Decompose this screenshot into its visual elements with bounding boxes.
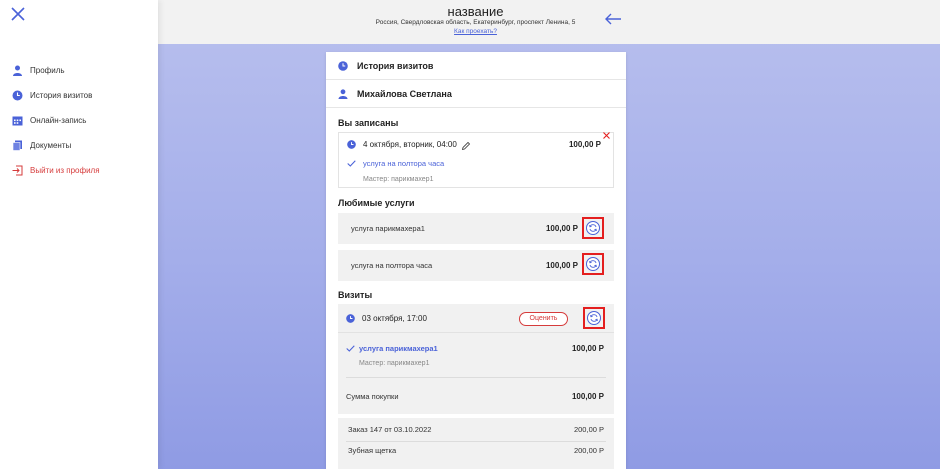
close-icon — [11, 7, 25, 21]
repeat-service-button[interactable] — [582, 217, 604, 239]
divider — [346, 441, 606, 442]
clock-icon — [12, 90, 23, 101]
sidebar-item-documents[interactable]: Документы — [12, 133, 152, 158]
client-header: Михайлова Светлана — [326, 80, 626, 108]
sidebar: Профиль История визитов Онлайн-запись До… — [0, 0, 158, 469]
order-product-price: 200,00 Р — [573, 446, 604, 455]
repeat-visit-button[interactable] — [583, 307, 605, 329]
main-area: название Россия, Свердловская область, Е… — [158, 0, 940, 469]
user-icon — [12, 65, 23, 76]
check-icon — [347, 160, 356, 167]
close-menu-button[interactable] — [10, 6, 26, 22]
booking-item: 4 октября, вторник, 04:00 100,00 Р услуг… — [338, 132, 614, 188]
sidebar-item-label: История визитов — [30, 91, 93, 100]
check-icon — [346, 345, 355, 352]
clock-icon — [347, 140, 356, 149]
history-header: История визитов — [326, 52, 626, 80]
sidebar-item-label: Выйти из профиля — [30, 166, 100, 175]
calendar-icon — [12, 115, 23, 126]
booked-section-title: Вы записаны — [338, 118, 399, 128]
delete-booking-button[interactable] — [602, 127, 611, 139]
sidebar-item-label: Профиль — [30, 66, 65, 75]
refresh-icon — [586, 257, 600, 271]
favorite-service-price: 100,00 Р — [545, 224, 578, 233]
order-item: Заказ 147 от 03.10.2022 200,00 Р Зубная … — [338, 418, 614, 469]
sidebar-item-online-booking[interactable]: Онлайн-запись — [12, 108, 152, 133]
close-icon — [603, 132, 610, 139]
visits-card: История визитов Михайлова Светлана Вы за… — [326, 52, 626, 469]
purchase-sum-value: 100,00 Р — [571, 392, 604, 401]
address-text: Россия, Свердловская область, Екатеринбу… — [375, 19, 576, 26]
order-title-row: Заказ 147 от 03.10.2022 200,00 Р — [348, 425, 604, 437]
back-button[interactable] — [604, 12, 622, 26]
clock-icon — [338, 60, 348, 71]
refresh-icon — [586, 221, 600, 235]
divider — [346, 377, 606, 378]
sidebar-item-history[interactable]: История визитов — [12, 83, 152, 108]
edit-booking-button[interactable] — [461, 138, 471, 151]
visit-date: 03 октября, 17:00 — [362, 314, 427, 323]
order-product-row: Зубная щетка 200,00 Р — [348, 446, 604, 458]
user-icon — [338, 88, 348, 99]
favorite-service-item: услуга парикмахера1 100,00 Р — [338, 213, 614, 244]
sidebar-item-profile[interactable]: Профиль — [12, 58, 152, 83]
visits-section-title: Визиты — [338, 290, 373, 300]
visit-master: Мастер: парикмахер1 — [359, 360, 430, 367]
sidebar-nav: Профиль История визитов Онлайн-запись До… — [12, 58, 152, 183]
header: название Россия, Свердловская область, Е… — [158, 0, 940, 44]
booking-price: 100,00 Р — [568, 140, 601, 149]
visit-item: 03 октября, 17:00 Оценить услуга парикма… — [338, 304, 614, 414]
sidebar-item-logout[interactable]: Выйти из профиля — [12, 158, 152, 183]
sidebar-item-label: Онлайн-запись — [30, 116, 87, 125]
booking-service: услуга на полтора часа — [363, 159, 445, 168]
visit-service-price: 100,00 Р — [571, 344, 604, 353]
history-title: История визитов — [357, 60, 434, 71]
favorite-service-name: услуга парикмахера1 — [351, 224, 425, 233]
booking-master: Мастер: парикмахер1 — [363, 176, 434, 183]
client-name: Михайлова Светлана — [357, 88, 452, 99]
favorite-service-price: 100,00 Р — [545, 261, 578, 270]
pencil-icon — [461, 141, 471, 151]
page-title: название — [447, 4, 504, 19]
favorite-service-name: услуга на полтора часа — [351, 261, 433, 270]
documents-icon — [12, 140, 23, 151]
favorite-service-item: услуга на полтора часа 100,00 Р — [338, 250, 614, 281]
booking-date: 4 октября, вторник, 04:00 — [363, 140, 457, 149]
logout-icon — [12, 165, 23, 176]
arrow-left-icon — [605, 13, 621, 25]
visit-service: услуга парикмахера1 — [359, 344, 438, 353]
order-total: 200,00 Р — [573, 425, 604, 434]
clock-icon — [346, 314, 355, 323]
route-link[interactable]: Как проехать? — [158, 28, 793, 35]
visit-header: 03 октября, 17:00 Оценить — [338, 304, 614, 333]
repeat-service-button[interactable] — [582, 253, 604, 275]
rate-visit-button[interactable]: Оценить — [519, 312, 568, 326]
order-product-name: Зубная щетка — [348, 446, 397, 455]
refresh-icon — [587, 311, 601, 325]
order-title: Заказ 147 от 03.10.2022 — [348, 425, 432, 434]
purchase-sum-label: Сумма покупки — [346, 392, 399, 401]
sidebar-item-label: Документы — [30, 141, 72, 150]
favorites-section-title: Любимые услуги — [338, 198, 415, 208]
